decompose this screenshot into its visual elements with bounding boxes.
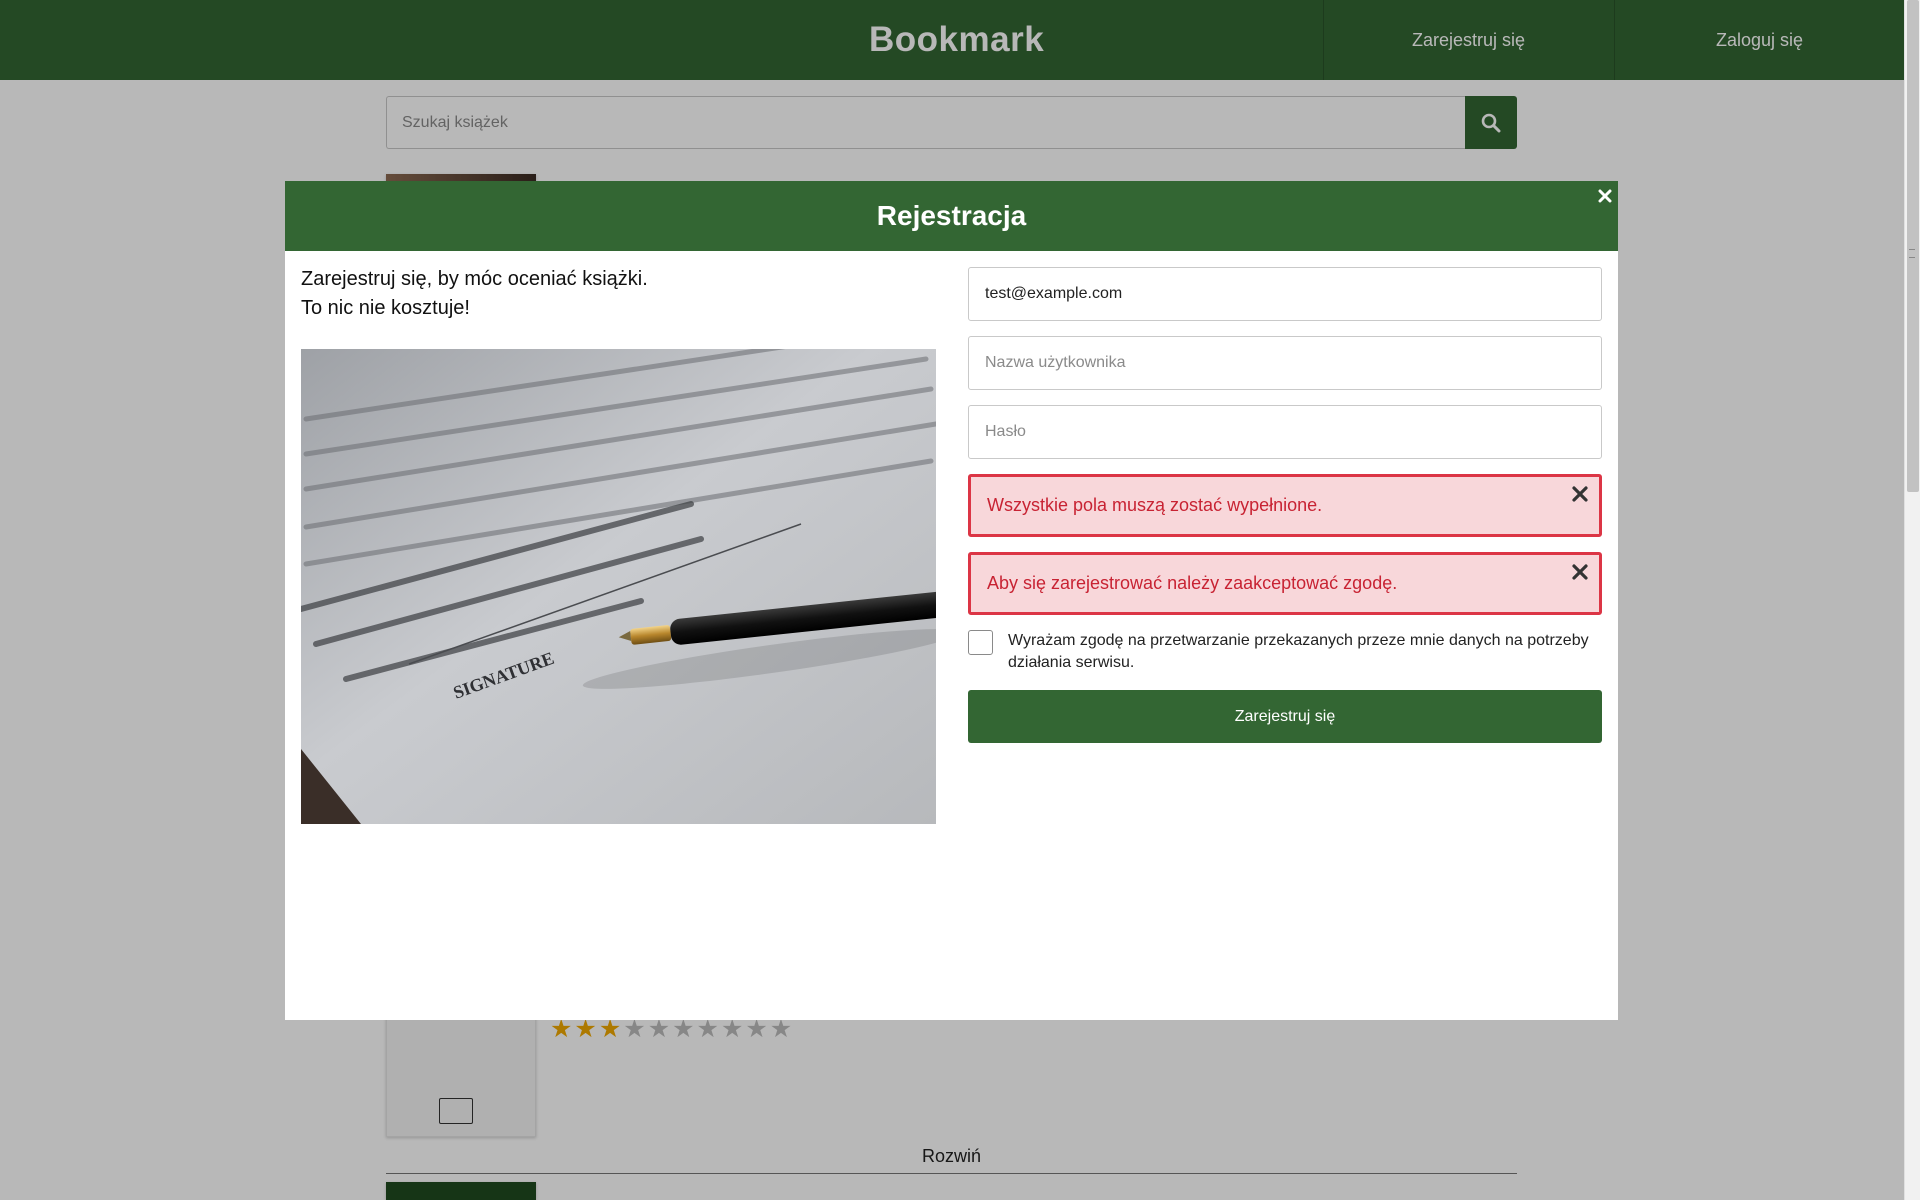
intro-text: Zarejestruj się, by móc oceniać książki.… xyxy=(301,265,936,323)
error-alert: Wszystkie pola muszą zostać wypełnione. xyxy=(968,474,1602,537)
error-alert: Aby się zarejestrować należy zaakceptowa… xyxy=(968,552,1602,615)
scrollbar-grip-icon xyxy=(1909,249,1915,258)
registration-form: Wszystkie pola muszą zostać wypełnione. … xyxy=(968,267,1602,743)
intro-line: To nic nie kosztuje! xyxy=(301,297,470,319)
email-field[interactable] xyxy=(968,267,1602,321)
modal-header: Rejestracja xyxy=(285,181,1618,251)
consent-checkbox[interactable] xyxy=(968,630,993,655)
signature-photo: SIGNATURE xyxy=(301,349,936,824)
consent-row: Wyrażam zgodę na przetwarzanie przekazan… xyxy=(968,630,1602,674)
registration-modal: Rejestracja Zarejestruj się, by móc ocen… xyxy=(285,181,1618,1020)
error-alert-text: Aby się zarejestrować należy zaakceptowa… xyxy=(987,573,1398,593)
username-field[interactable] xyxy=(968,336,1602,390)
intro-line: Zarejestruj się, by móc oceniać książki. xyxy=(301,268,648,290)
close-icon xyxy=(1598,189,1612,203)
error-alert-text: Wszystkie pola muszą zostać wypełnione. xyxy=(987,495,1323,515)
modal-close-button[interactable] xyxy=(1592,183,1618,209)
page-scrollbar[interactable] xyxy=(1904,0,1920,1200)
alert-close-icon[interactable] xyxy=(1571,485,1589,503)
modal-title: Rejestracja xyxy=(876,200,1027,231)
consent-label[interactable]: Wyrażam zgodę na przetwarzanie przekazan… xyxy=(1008,630,1602,674)
scrollbar-thumb[interactable] xyxy=(1907,0,1919,492)
register-submit-button[interactable]: Zarejestruj się xyxy=(968,690,1602,743)
alert-close-icon[interactable] xyxy=(1571,563,1589,581)
password-field[interactable] xyxy=(968,405,1602,459)
modal-intro-column: Zarejestruj się, by móc oceniać książki.… xyxy=(301,265,936,824)
